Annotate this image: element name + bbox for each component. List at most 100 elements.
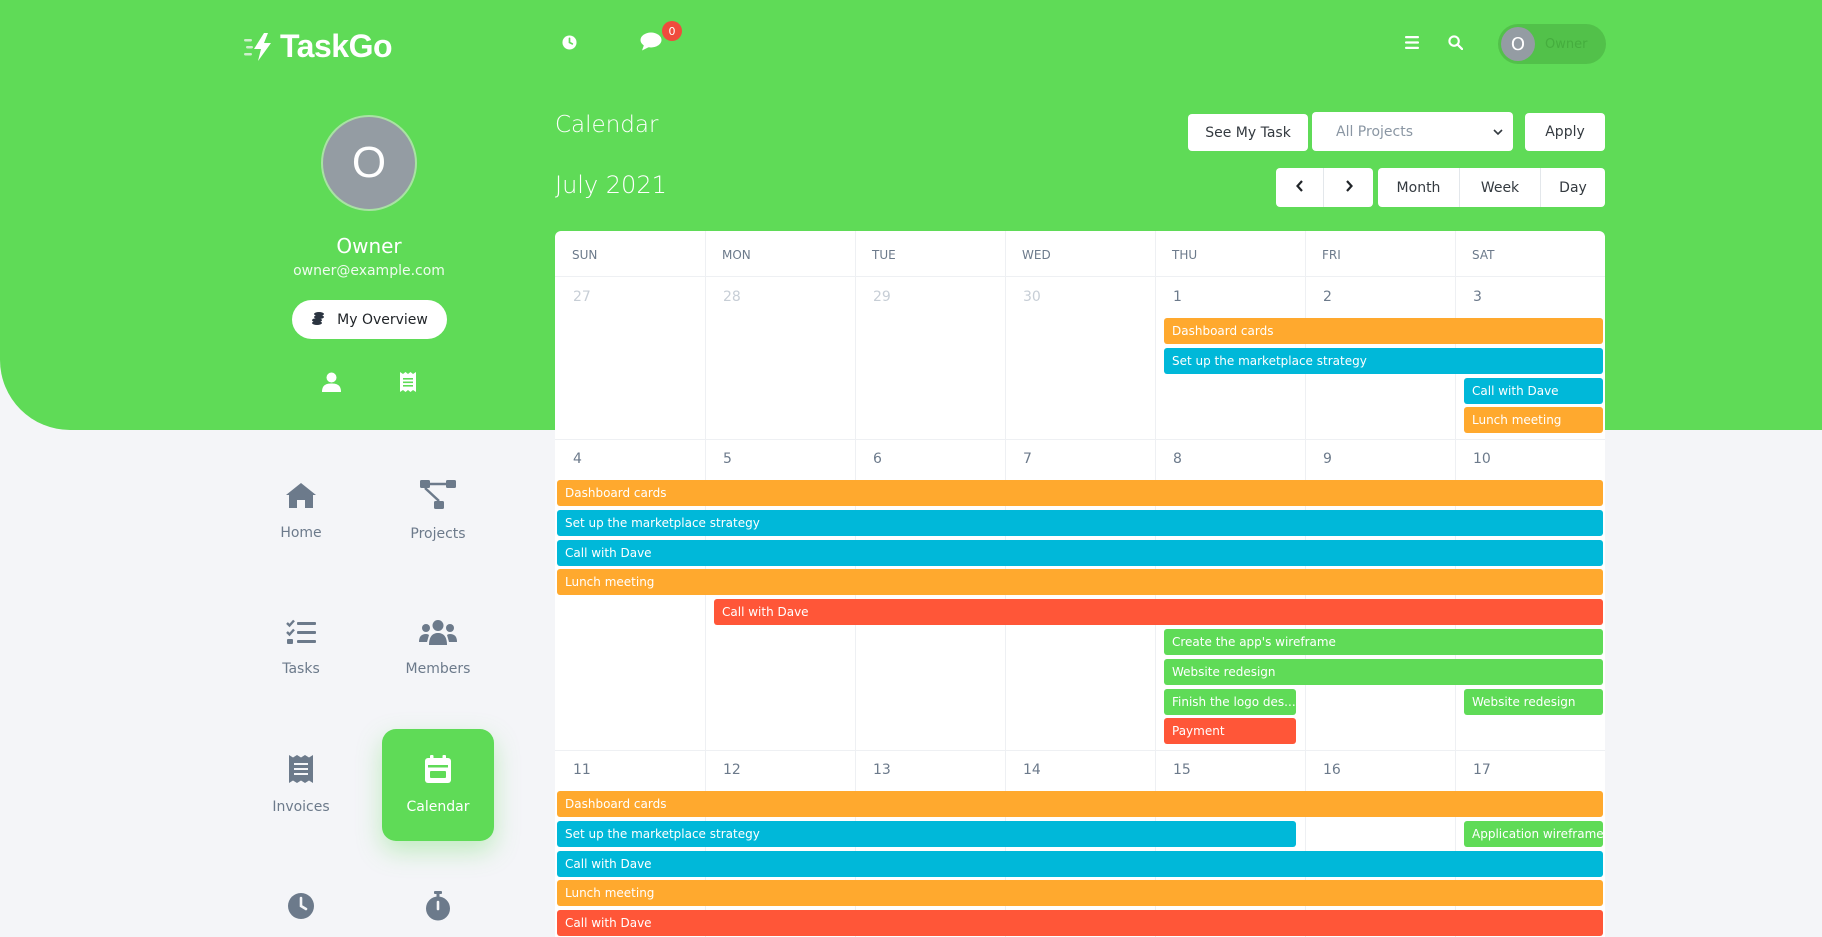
calendar-icon xyxy=(425,755,451,787)
members-icon xyxy=(419,619,457,649)
sidebar-item-home[interactable]: Home xyxy=(245,455,357,567)
day-number[interactable]: 4 xyxy=(573,451,582,467)
calendar-event[interactable]: Website redesign xyxy=(1464,688,1603,715)
prev-month-button[interactable] xyxy=(1276,168,1324,207)
projects-icon xyxy=(420,480,456,514)
calendar-event[interactable]: Call with Dave xyxy=(557,850,1603,877)
tasks-icon xyxy=(286,619,316,649)
sidebar-item-label: Projects xyxy=(410,526,466,542)
coins-icon xyxy=(311,311,325,329)
calendar-event[interactable]: Call with Dave xyxy=(1464,377,1603,404)
calendar-event[interactable]: Set up the marketplace strategy xyxy=(557,820,1296,847)
avatar: O xyxy=(1501,27,1535,61)
day-number[interactable]: 1 xyxy=(1173,289,1182,305)
weekday-label: MON xyxy=(722,248,751,262)
project-select[interactable]: All Projects xyxy=(1312,112,1513,151)
view-day-button[interactable]: Day xyxy=(1541,168,1605,207)
weekday-label: THU xyxy=(1172,248,1198,262)
calendar-event[interactable]: Dashboard cards xyxy=(557,791,1603,817)
calendar-event[interactable]: Website redesign xyxy=(1164,658,1603,685)
day-number[interactable]: 9 xyxy=(1323,451,1332,467)
calendar-event[interactable]: Call with Dave xyxy=(557,910,1603,937)
sidebar-item-label: Tasks xyxy=(282,661,320,677)
notification-badge: 0 xyxy=(662,21,682,41)
brand-name: TaskGo xyxy=(280,28,393,64)
day-number[interactable]: 29 xyxy=(873,289,891,305)
day-number[interactable]: 17 xyxy=(1473,762,1491,778)
user-icon[interactable] xyxy=(322,372,341,396)
clock-icon xyxy=(287,892,315,924)
day-number[interactable]: 11 xyxy=(573,762,591,778)
calendar-event[interactable]: Call with Dave xyxy=(557,539,1603,566)
calendar-event[interactable]: Set up the marketplace strategy xyxy=(557,509,1603,536)
day-number[interactable]: 14 xyxy=(1023,762,1041,778)
day-number[interactable]: 5 xyxy=(723,451,732,467)
day-number[interactable]: 10 xyxy=(1473,451,1491,467)
sidebar-item-tracker[interactable]: Tracker xyxy=(382,866,494,937)
chevron-down-icon xyxy=(1493,124,1503,140)
page-title: Calendar xyxy=(555,112,659,138)
sidebar-item-members[interactable]: Members xyxy=(382,592,494,704)
profile-email: owner@example.com xyxy=(293,263,445,279)
sidebar-item-label: Home xyxy=(280,525,322,541)
view-month-button[interactable]: Month xyxy=(1378,168,1460,207)
clock-icon[interactable] xyxy=(562,35,577,50)
sidebar-item-projects[interactable]: Projects xyxy=(382,455,494,567)
day-number[interactable]: 8 xyxy=(1173,451,1182,467)
month-title: July 2021 xyxy=(555,171,667,199)
brand[interactable]: TaskGo xyxy=(244,28,393,65)
weekday-label: TUE xyxy=(872,248,896,262)
logo-bolt-icon xyxy=(244,32,276,62)
receipt-icon[interactable] xyxy=(400,372,416,396)
calendar-event[interactable]: Payment xyxy=(1164,718,1296,745)
calendar-event[interactable]: Lunch meeting xyxy=(557,569,1603,596)
day-number[interactable]: 28 xyxy=(723,289,741,305)
view-button-group: Month Week Day xyxy=(1378,168,1605,207)
user-menu[interactable]: O Owner xyxy=(1498,24,1606,64)
calendar-event[interactable]: Lunch meeting xyxy=(557,880,1603,907)
sidebar-item-label: Calendar xyxy=(406,799,470,815)
chevron-left-icon xyxy=(1295,179,1304,196)
day-number[interactable]: 16 xyxy=(1323,762,1341,778)
day-number[interactable]: 15 xyxy=(1173,762,1191,778)
day-number[interactable]: 12 xyxy=(723,762,741,778)
my-overview-label: My Overview xyxy=(337,311,428,328)
calendar-event[interactable]: Dashboard cards xyxy=(1164,318,1603,344)
calendar-event[interactable]: Set up the marketplace strategy xyxy=(1164,347,1603,374)
sidebar-item-tasks[interactable]: Tasks xyxy=(245,592,357,704)
profile-name: Owner xyxy=(336,234,402,258)
apply-button[interactable]: Apply xyxy=(1525,113,1605,151)
day-number[interactable]: 7 xyxy=(1023,451,1032,467)
next-month-button[interactable] xyxy=(1324,168,1373,207)
sidebar-item-calendar[interactable]: Calendar xyxy=(382,729,494,841)
calendar-event[interactable]: Dashboard cards xyxy=(557,480,1603,506)
sidebar-item-time[interactable]: Time xyxy=(245,866,357,937)
calendar-event[interactable]: Call with Dave xyxy=(714,599,1603,626)
weekday-label: SAT xyxy=(1472,248,1495,262)
day-number[interactable]: 6 xyxy=(873,451,882,467)
weekday-label: SUN xyxy=(572,248,598,262)
invoices-icon xyxy=(289,755,313,787)
weekday-label: WED xyxy=(1022,248,1051,262)
day-number[interactable]: 2 xyxy=(1323,289,1332,305)
sidebar-item-label: Members xyxy=(405,661,471,677)
calendar-event[interactable]: Application wireframe xyxy=(1464,820,1603,847)
day-number[interactable]: 30 xyxy=(1023,289,1041,305)
chat-icon[interactable] xyxy=(640,32,662,51)
weekday-label: FRI xyxy=(1322,248,1341,262)
my-overview-button[interactable]: My Overview xyxy=(292,300,447,339)
calendar-event[interactable]: Create the app's wireframe xyxy=(1164,629,1603,655)
menu-icon[interactable] xyxy=(1405,36,1419,49)
day-number[interactable]: 3 xyxy=(1473,289,1482,305)
view-week-button[interactable]: Week xyxy=(1460,168,1541,207)
week-divider xyxy=(555,439,1605,440)
day-number[interactable]: 13 xyxy=(873,762,891,778)
day-number[interactable]: 27 xyxy=(573,289,591,305)
project-select-value: All Projects xyxy=(1336,123,1413,140)
sidebar-item-label: Invoices xyxy=(272,799,330,815)
sidebar-item-invoices[interactable]: Invoices xyxy=(245,729,357,841)
calendar-event[interactable]: Finish the logo des... xyxy=(1164,688,1296,715)
search-icon[interactable] xyxy=(1448,35,1463,50)
see-my-task-button[interactable]: See My Task xyxy=(1188,114,1308,151)
calendar-event[interactable]: Lunch meeting xyxy=(1464,407,1603,434)
